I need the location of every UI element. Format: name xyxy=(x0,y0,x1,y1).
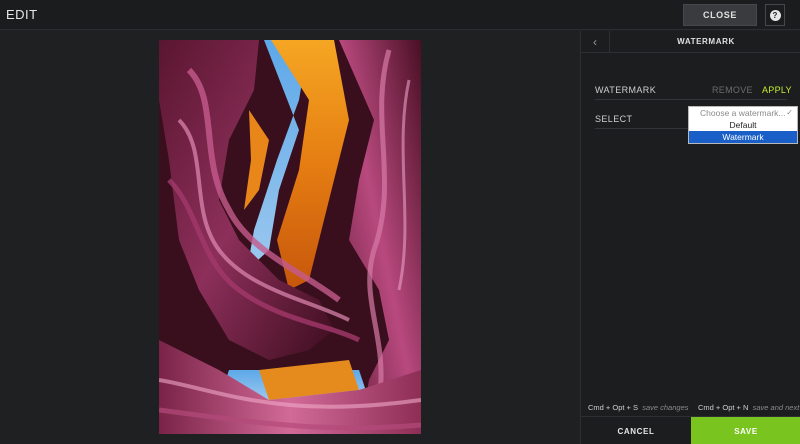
chevron-left-icon: ‹ xyxy=(593,35,597,49)
help-icon: ? xyxy=(769,9,781,21)
keyboard-shortcuts: Cmd + Opt + S save changes Cmd + Opt + N… xyxy=(581,403,800,415)
close-button[interactable]: CLOSE xyxy=(683,4,757,26)
top-bar: EDIT CLOSE ? xyxy=(0,0,800,30)
back-button[interactable]: ‹ xyxy=(581,31,610,53)
panel-header: ‹ WATERMARK xyxy=(581,31,800,53)
remove-button[interactable]: REMOVE xyxy=(712,85,753,95)
photo-preview xyxy=(159,40,421,434)
check-icon: ✓ xyxy=(786,108,793,117)
watermark-label: WATERMARK xyxy=(595,85,657,95)
save-button[interactable]: SAVE xyxy=(691,417,800,444)
watermark-row: WATERMARK REMOVE APPLY xyxy=(595,85,792,100)
panel-title: WATERMARK xyxy=(677,37,735,46)
select-option-placeholder[interactable]: Choose a watermark... ✓ xyxy=(689,107,797,119)
page-title: EDIT xyxy=(6,7,38,22)
select-label: SELECT xyxy=(595,114,633,124)
shortcut-save-next: Cmd + Opt + N save and next xyxy=(698,403,800,412)
select-option-default[interactable]: Default xyxy=(689,119,797,131)
action-bar: CANCEL SAVE xyxy=(581,416,800,444)
editor-canvas xyxy=(0,31,580,444)
watermark-panel: ‹ WATERMARK WATERMARK REMOVE APPLY SELEC… xyxy=(580,31,800,444)
watermark-select[interactable]: Choose a watermark... ✓ Default Watermar… xyxy=(688,106,798,144)
shortcut-save: Cmd + Opt + S save changes xyxy=(588,403,689,412)
help-button[interactable]: ? xyxy=(765,4,785,26)
select-row: SELECT Choose a watermark... ✓ Default W… xyxy=(595,106,798,144)
select-option-watermark[interactable]: Watermark xyxy=(689,131,797,143)
apply-button[interactable]: APPLY xyxy=(762,85,792,95)
canyon-photo xyxy=(159,40,421,434)
cancel-button[interactable]: CANCEL xyxy=(581,417,691,444)
